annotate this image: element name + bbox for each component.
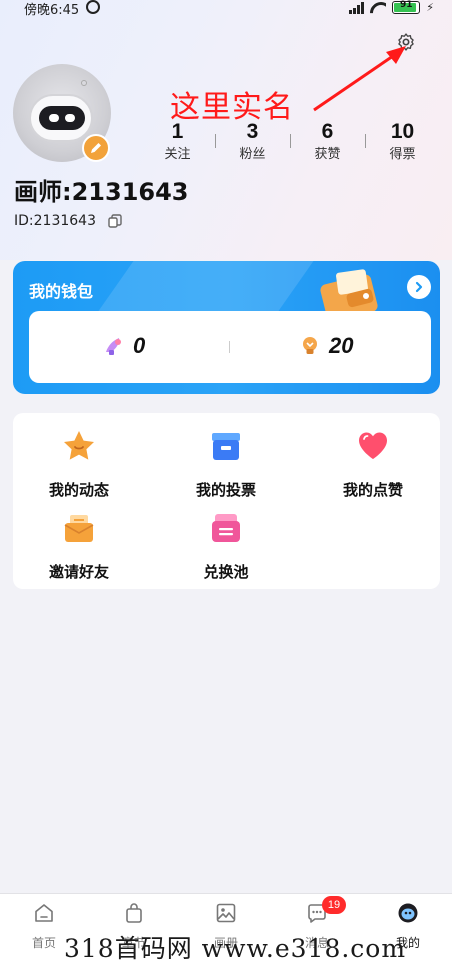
stat-likes[interactable]: 6 获赞 [290,118,365,164]
divider [229,341,230,353]
balance-value: 20 [329,333,354,358]
bag-icon [126,903,142,923]
alarm-icon [86,0,100,14]
album-icon [216,903,236,923]
stat-value: 3 [246,120,259,143]
feature-menu: 我的动态 我的投票 我的点赞 邀请好友 兑换池 [13,413,440,589]
pencil-icon [91,143,101,153]
message-count-badge: 19 [322,896,346,914]
menu-item-my-likes[interactable]: 我的点赞 [313,429,433,500]
robot-avatar-icon [29,94,93,142]
menu-label: 我的点赞 [342,481,403,499]
stat-label: 得票 [389,147,416,162]
battery-level: 91 [400,0,413,10]
stat-fans[interactable]: 3 粉丝 [215,118,290,164]
exchange-icon [212,514,240,542]
watermark-text: 318首码网 www.e318.com [64,934,407,963]
profile-id: ID:2131643 [14,213,96,229]
copy-icon[interactable] [108,214,122,228]
wallet-title: 我的钱包 [29,282,94,301]
stat-label: 获赞 [314,147,341,162]
battery-icon: 91 [392,0,421,14]
menu-label: 我的动态 [48,481,109,499]
stat-label: 关注 [164,147,191,162]
menu-item-invite-friends[interactable]: 邀请好友 [19,511,139,582]
stat-value: 10 [390,120,415,143]
wallet-open-button[interactable] [407,275,431,299]
stat-label: 粉丝 [239,147,266,162]
heart-icon [359,432,387,459]
profile-name: 画师:2131643 [14,178,189,206]
home-icon [35,904,53,922]
menu-label: 邀请好友 [48,563,109,581]
wallet-balances: 0 20 [29,311,431,383]
status-indicators: 91 ⚡ [349,0,434,14]
chevron-right-icon [415,281,423,293]
ballot-box-icon [212,433,240,460]
brush-coin-icon [106,338,121,355]
charging-icon: ⚡ [426,1,434,14]
menu-label: 兑换池 [203,563,249,581]
menu-item-my-votes[interactable]: 我的投票 [166,429,286,500]
menu-item-exchange-pool[interactable]: 兑换池 [166,511,286,582]
star-icon [64,431,94,460]
stat-value: 1 [171,120,184,143]
balance-bulb[interactable]: 20 [299,333,353,359]
stat-votes[interactable]: 10 得票 [365,118,440,164]
bulb-coin-icon [303,337,317,354]
profile-stats: 1 关注 3 粉丝 6 获赞 10 得票 [140,118,440,168]
stat-value: 6 [321,120,334,143]
annotation-arrow-icon [313,46,406,112]
wifi-icon [370,2,386,14]
stat-following[interactable]: 1 关注 [140,118,215,164]
status-bar: 傍晚6:45 91 ⚡ [0,0,452,18]
profile-icon [398,903,418,923]
status-time: 傍晚6:45 [24,3,80,18]
balance-brush[interactable]: 0 [103,333,145,359]
edit-avatar-button[interactable] [82,134,110,162]
menu-label: 我的投票 [195,481,256,499]
wallet-card[interactable]: 我的钱包 0 20 [13,261,440,394]
menu-item-my-posts[interactable]: 我的动态 [19,429,139,500]
signal-icon [349,1,365,14]
balance-value: 0 [133,333,146,358]
envelope-icon [64,515,94,542]
wallet-illustration-icon [320,269,378,317]
